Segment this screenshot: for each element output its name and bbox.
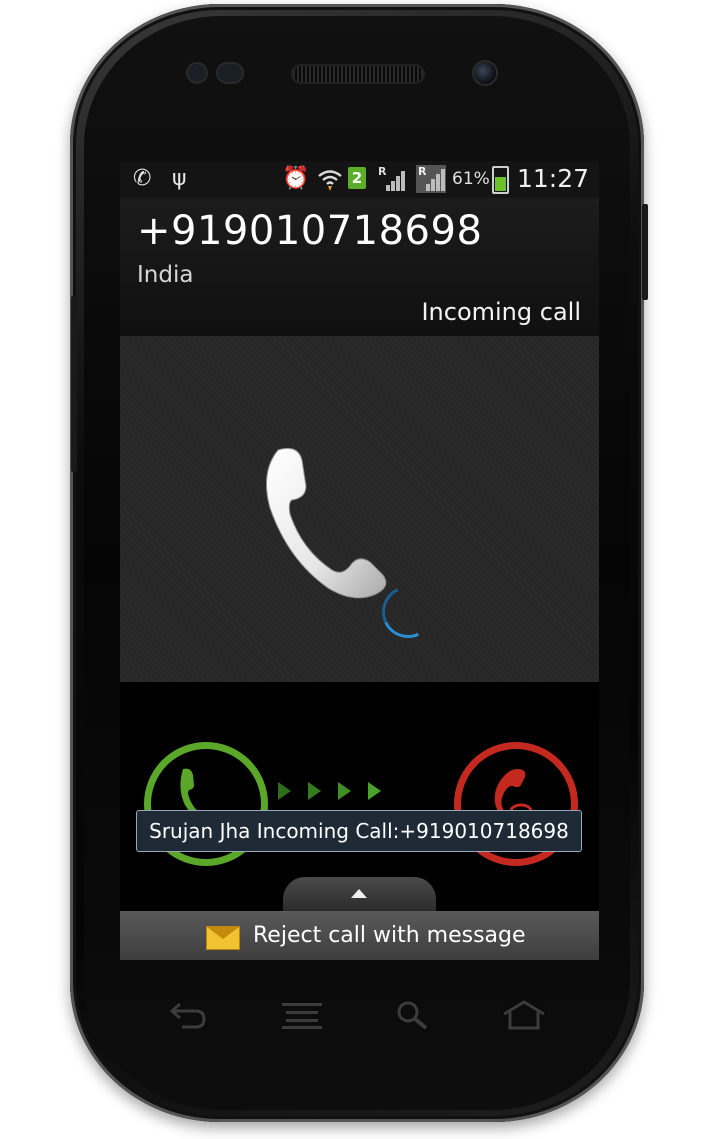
- alarm-icon: ⏰: [282, 166, 310, 191]
- front-camera: [474, 62, 496, 84]
- phone-icon: ✆: [133, 166, 152, 191]
- battery-charging-icon: [492, 166, 509, 194]
- battery-percent: 61%: [452, 169, 490, 189]
- power-button: [642, 204, 648, 300]
- incoming-call-toast: Srujan Jha Incoming Call:+919010718698: [136, 810, 582, 852]
- caller-photo-area: [120, 336, 599, 682]
- caller-number: +919010718698: [137, 208, 483, 254]
- reject-with-message-label: Reject call with message: [253, 923, 526, 948]
- status-bar: ✆ ψ ⏰ 2 R R 61% 11:27: [120, 161, 599, 198]
- reject-with-message-bar[interactable]: Reject call with message: [120, 911, 599, 960]
- earpiece-speaker: [293, 66, 423, 82]
- handset-icon: [265, 447, 387, 599]
- sim-2-icon: 2: [348, 167, 366, 189]
- navigation-keys: [140, 990, 580, 1040]
- menu-icon[interactable]: [282, 1000, 322, 1030]
- call-state: Incoming call: [421, 298, 581, 326]
- caller-country: India: [137, 262, 194, 288]
- caller-info: +919010718698 India Incoming call: [120, 198, 599, 336]
- usb-icon: ψ: [172, 166, 187, 191]
- envelope-icon: [206, 926, 240, 950]
- light-sensor: [218, 64, 242, 82]
- volume-button: [71, 296, 77, 472]
- home-icon[interactable]: [502, 1000, 546, 1030]
- screen: ✆ ψ ⏰ 2 R R 61% 11:27 +919010718698 Indi…: [120, 161, 599, 960]
- status-clock: 11:27: [517, 164, 590, 193]
- roaming-signal-icon: R: [378, 165, 405, 191]
- wifi-icon: [317, 167, 343, 198]
- chevron-up-icon: [351, 889, 367, 898]
- proximity-sensor: [188, 64, 206, 82]
- swipe-arrows: [278, 782, 388, 802]
- roaming-signal-icon-2: R: [416, 165, 446, 193]
- back-icon[interactable]: [170, 1000, 206, 1030]
- search-icon[interactable]: [396, 1000, 430, 1030]
- reject-message-tab-handle[interactable]: [283, 877, 436, 911]
